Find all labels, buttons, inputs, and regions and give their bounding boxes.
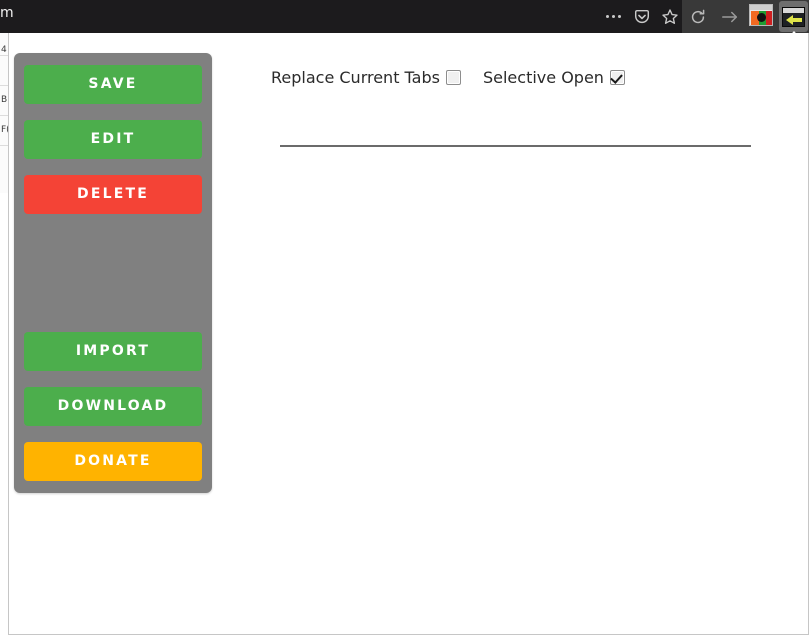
saved-sessions-list-empty (24, 214, 202, 332)
selective-open-checkbox[interactable] (609, 69, 625, 85)
reload-glyph (691, 9, 705, 23)
donate-button[interactable]: DONATE (24, 442, 202, 481)
sheet-cell: 4 (1, 45, 7, 55)
action-button-column: SAVE EDIT DELETE IMPORT DOWNLOAD DONATE (14, 53, 212, 493)
icon-part (783, 7, 804, 13)
options-area: Replace Current Tabs Selective Open (271, 63, 751, 91)
save-button[interactable]: SAVE (24, 65, 202, 104)
icon-part (766, 11, 772, 25)
import-button[interactable]: IMPORT (24, 332, 202, 371)
forward-glyph (722, 11, 738, 22)
options-divider (280, 145, 751, 147)
icon-part (792, 17, 802, 22)
download-button[interactable]: DOWNLOAD (24, 387, 202, 426)
extension-popup-panel: SAVE EDIT DELETE IMPORT DOWNLOAD DONATE … (8, 33, 809, 635)
forward-arrow-icon[interactable] (716, 0, 744, 33)
delete-button[interactable]: DELETE (24, 175, 202, 214)
extension-icon-colorful[interactable] (749, 4, 774, 29)
url-text: m (0, 5, 14, 21)
edit-button[interactable]: EDIT (24, 120, 202, 159)
icon-part (750, 5, 772, 10)
extension-icon-active-glyph (782, 6, 805, 27)
extension-icon-active[interactable] (779, 1, 808, 32)
overflow-menu-icon[interactable] (598, 0, 628, 33)
option-selective-open[interactable]: Selective Open (483, 68, 625, 87)
dot (605, 15, 609, 18)
icon-part (757, 13, 766, 22)
option-replace-current-tabs[interactable]: Replace Current Tabs (271, 68, 461, 87)
replace-current-tabs-checkbox[interactable] (445, 69, 461, 85)
pocket-glyph (634, 9, 650, 23)
bookmark-star-icon[interactable] (656, 0, 684, 33)
options-row: Replace Current Tabs Selective Open (271, 63, 751, 91)
star-glyph (662, 8, 678, 24)
sheet-cell: B (1, 95, 8, 105)
selective-open-label: Selective Open (482, 67, 604, 87)
url-bar-region[interactable]: m (0, 0, 590, 33)
extension-icon-colorful-glyph (749, 4, 773, 26)
pocket-icon[interactable] (628, 0, 656, 33)
replace-current-tabs-label: Replace Current Tabs (271, 67, 440, 87)
browser-toolbar: m (0, 0, 809, 33)
dot (611, 15, 615, 18)
popup-pointer-arrow (782, 31, 806, 44)
toolbar-overflow-group (590, 0, 682, 33)
reload-icon[interactable] (684, 0, 712, 33)
dot (617, 15, 621, 18)
